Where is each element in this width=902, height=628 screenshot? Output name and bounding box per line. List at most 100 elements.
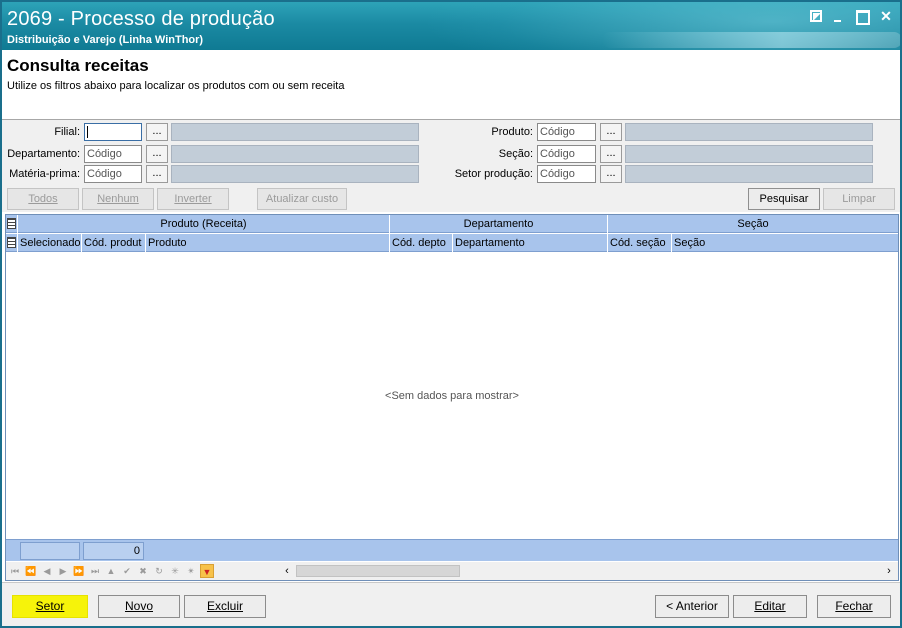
- column-customize-icon[interactable]: [7, 237, 16, 248]
- grid-column-header: Selecionado Cód. produt Produto Cód. dep…: [6, 234, 898, 252]
- anterior-button[interactable]: < Anterior: [655, 595, 729, 618]
- filial-label: Filial:: [54, 126, 80, 138]
- setor-producao-lookup-button[interactable]: ...: [600, 165, 622, 183]
- departamento-description: [171, 145, 419, 163]
- refresh-icon[interactable]: ↻: [152, 564, 166, 578]
- novo-button-label: Novo: [124, 599, 153, 613]
- setor-button[interactable]: Setor: [12, 595, 88, 618]
- excluir-button[interactable]: Excluir: [184, 595, 266, 618]
- nenhum-button[interactable]: Nenhum: [82, 188, 154, 210]
- materia-prima-description: [171, 165, 419, 183]
- pesquisar-button[interactable]: Pesquisar: [748, 188, 820, 210]
- produto-lookup-button[interactable]: ...: [600, 123, 622, 141]
- limpar-button[interactable]: Limpar: [823, 188, 895, 210]
- title-bar: 2069 - Processo de produção Distribuição…: [2, 2, 900, 50]
- atualizar-custo-button[interactable]: Atualizar custo: [257, 188, 347, 210]
- prev-record-icon[interactable]: ◀: [40, 564, 54, 578]
- grid-customize-icon[interactable]: [7, 218, 16, 229]
- materia-prima-lookup-button[interactable]: ...: [146, 165, 168, 183]
- editar-button[interactable]: Editar: [733, 595, 807, 618]
- nenhum-button-label: Nenhum: [97, 193, 139, 205]
- last-page-icon[interactable]: ⏭: [88, 564, 102, 578]
- excluir-button-label: Excluir: [206, 599, 243, 613]
- pesquisar-button-label: Pesquisar: [759, 193, 809, 205]
- summary-cell-blank: [20, 542, 80, 560]
- empty-grid-message: <Sem dados para mostrar>: [385, 390, 519, 402]
- produto-input[interactable]: Código: [537, 123, 596, 141]
- setor-producao-description: [625, 165, 873, 183]
- produto-description: [625, 123, 873, 141]
- prev-page-icon[interactable]: ⏪: [24, 564, 38, 578]
- bookmark-icon[interactable]: ✳: [168, 564, 182, 578]
- setor-producao-input[interactable]: Código: [537, 165, 596, 183]
- fechar-button-label: Fechar: [835, 599, 873, 613]
- grid-summary-footer: 0: [6, 539, 898, 561]
- atualizar-custo-button-label: Atualizar custo: [265, 193, 339, 205]
- column-customize-cell[interactable]: [6, 234, 18, 252]
- cancel-edit-icon[interactable]: ✖: [136, 564, 150, 578]
- anterior-button-label: < Anterior: [666, 599, 718, 613]
- secao-description: [625, 145, 873, 163]
- band-secao[interactable]: Seção: [608, 215, 898, 233]
- filial-lookup-button[interactable]: ...: [146, 123, 168, 141]
- app-window: 2069 - Processo de produção Distribuição…: [0, 0, 902, 628]
- bottom-action-bar: Setor Novo Excluir < Anterior Editar Fec…: [2, 582, 900, 626]
- results-grid[interactable]: Produto (Receita) Departamento Seção Sel…: [5, 214, 899, 581]
- column-departamento[interactable]: Departamento: [453, 234, 608, 252]
- page-header: Consulta receitas Utilize os filtros aba…: [2, 50, 900, 120]
- inverter-button-label: Inverter: [174, 193, 212, 205]
- summary-count: 0: [83, 542, 144, 560]
- column-cod-secao[interactable]: Cód. seção: [608, 234, 672, 252]
- filter-icon[interactable]: ▼: [200, 564, 214, 578]
- title-bar-decoration-stripe: [602, 32, 900, 48]
- maximize-button[interactable]: [854, 8, 870, 25]
- departamento-input[interactable]: Código: [84, 145, 142, 163]
- grid-band-header: Produto (Receita) Departamento Seção: [6, 215, 898, 233]
- scroll-right-icon[interactable]: ›: [882, 564, 896, 578]
- page-title: Consulta receitas: [7, 56, 149, 75]
- limpar-button-label: Limpar: [842, 193, 876, 205]
- todos-button[interactable]: Todos: [7, 188, 79, 210]
- column-cod-produto[interactable]: Cód. produt: [82, 234, 146, 252]
- insert-record-icon[interactable]: ▲: [104, 564, 118, 578]
- novo-button[interactable]: Novo: [98, 595, 180, 618]
- next-page-icon[interactable]: ⏩: [72, 564, 86, 578]
- materia-prima-label: Matéria-prima:: [9, 168, 80, 180]
- secao-label: Seção:: [498, 148, 533, 160]
- column-selecionado[interactable]: Selecionado: [18, 234, 82, 252]
- filial-description: [171, 123, 419, 141]
- secao-lookup-button[interactable]: ...: [600, 145, 622, 163]
- departamento-label: Departamento:: [7, 148, 80, 160]
- band-departamento[interactable]: Departamento: [390, 215, 608, 233]
- goto-bookmark-icon[interactable]: ✴: [184, 564, 198, 578]
- first-page-icon[interactable]: ⏮: [8, 564, 22, 578]
- post-edit-icon[interactable]: ✔: [120, 564, 134, 578]
- departamento-lookup-button[interactable]: ...: [146, 145, 168, 163]
- column-produto[interactable]: Produto: [146, 234, 390, 252]
- setor-button-label: Setor: [35, 599, 65, 613]
- fechar-button[interactable]: Fechar: [817, 595, 891, 618]
- secao-input[interactable]: Código: [537, 145, 596, 163]
- editar-button-label: Editar: [754, 599, 786, 613]
- window-title: 2069 - Processo de produção: [7, 8, 275, 30]
- band-customize-cell[interactable]: [6, 215, 18, 233]
- filters-panel: Filial: ... Departamento: Código ... Mat…: [2, 120, 900, 212]
- horizontal-scrollbar-thumb[interactable]: [296, 565, 460, 577]
- column-secao[interactable]: Seção: [672, 234, 898, 252]
- minimize-button[interactable]: [830, 8, 846, 24]
- help-window-icon[interactable]: [810, 10, 822, 22]
- grid-navigator: ⏮ ⏪ ◀ ▶ ⏩ ⏭ ▲ ✔ ✖ ↻ ✳ ✴ ▼ ‹ ›: [6, 562, 898, 580]
- todos-button-label: Todos: [28, 193, 58, 205]
- window-controls: ✕: [810, 8, 894, 25]
- window-subtitle: Distribuição e Varejo (Linha WinThor): [7, 34, 204, 46]
- next-record-icon[interactable]: ▶: [56, 564, 70, 578]
- scroll-left-icon[interactable]: ‹: [280, 564, 294, 578]
- materia-prima-input[interactable]: Código: [84, 165, 142, 183]
- close-button[interactable]: ✕: [878, 8, 894, 24]
- column-cod-depto[interactable]: Cód. depto: [390, 234, 453, 252]
- band-produto-receita[interactable]: Produto (Receita): [18, 215, 390, 233]
- setor-producao-label: Setor produção:: [454, 168, 533, 180]
- filial-input[interactable]: [84, 123, 142, 141]
- produto-label: Produto:: [491, 126, 533, 138]
- inverter-button[interactable]: Inverter: [157, 188, 229, 210]
